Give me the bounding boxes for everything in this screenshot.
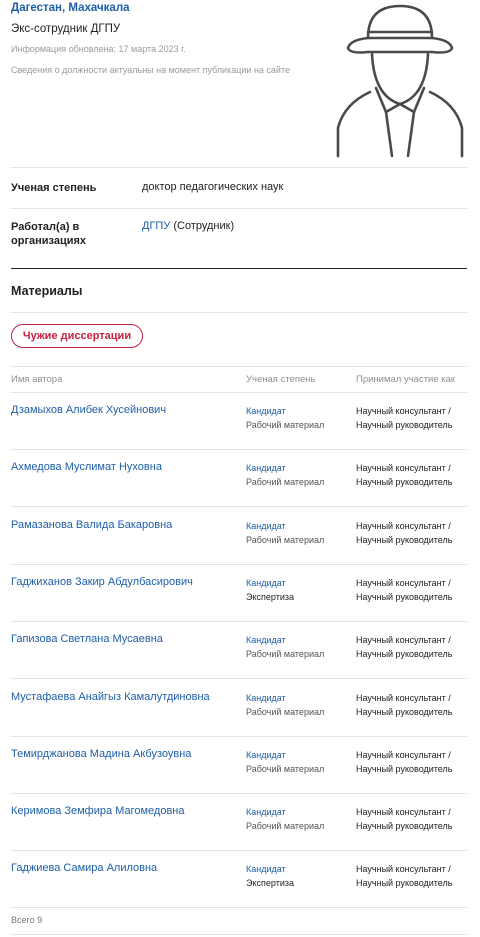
degree-link[interactable]: Кандидат bbox=[246, 461, 324, 475]
table-row: Гапизова Светлана Мусаевна Кандидат Рабочи… bbox=[0, 633, 480, 690]
author-link[interactable]: Мустафаева Анайгыз Камалутдиновна bbox=[11, 691, 210, 703]
participation-cell: Научный консультант / Научный руководите… bbox=[356, 693, 453, 717]
column-header-participation: Принимал участие как bbox=[356, 374, 456, 385]
row-divider bbox=[11, 506, 467, 507]
row-divider bbox=[11, 678, 467, 679]
author-link[interactable]: Рамазанова Валида Бакаровна bbox=[11, 519, 172, 531]
material-type: Рабочий материал bbox=[246, 821, 325, 831]
participation-cell: Научный консультант / Научный руководите… bbox=[356, 807, 453, 831]
author-link[interactable]: Дзамыхов Алибек Хусейнович bbox=[11, 404, 166, 416]
table-row: Мустафаева Анайгыз Камалутдиновна Кандида… bbox=[0, 691, 480, 748]
section-divider bbox=[11, 268, 467, 269]
updated-date: Информация обновлена: 17 марта 2023 г. bbox=[11, 44, 186, 54]
participation-cell: Научный консультант / Научный руководите… bbox=[356, 463, 453, 487]
degree-cell: Кандидат Рабочий материал bbox=[246, 633, 324, 661]
author-link[interactable]: Гаджиханов Закир Абдулбасирович bbox=[11, 576, 193, 588]
degree-link[interactable]: Кандидат bbox=[246, 805, 324, 819]
divider bbox=[11, 392, 467, 393]
total-count: Всего 9 bbox=[11, 915, 43, 925]
divider bbox=[11, 934, 467, 935]
location-label: Дагестан, Махачкала bbox=[11, 2, 130, 14]
participation-cell: Научный консультант / Научный руководите… bbox=[356, 521, 453, 545]
row-divider bbox=[11, 449, 467, 450]
degree-link[interactable]: Кандидат bbox=[246, 576, 294, 590]
degree-cell: Кандидат Рабочий материал bbox=[246, 519, 324, 547]
degree-cell: Кандидат Экспертиза bbox=[246, 576, 294, 604]
degree-link[interactable]: Кандидат bbox=[246, 748, 324, 762]
divider bbox=[11, 208, 467, 209]
author-link[interactable]: Гаджиева Самира Алиловна bbox=[11, 862, 157, 874]
degree-cell: Кандидат Экспертиза bbox=[246, 862, 294, 890]
table-row: Гаджиева Самира Алиловна Кандидат Эксперти… bbox=[0, 862, 480, 919]
row-divider bbox=[11, 736, 467, 737]
divider bbox=[11, 907, 467, 908]
table-row: Гаджиханов Закир Абдулбасирович Кандидат Э… bbox=[0, 576, 480, 633]
row-divider bbox=[11, 793, 467, 794]
column-header-author: Имя автора bbox=[11, 374, 63, 385]
degree-cell: Кандидат Рабочий материал bbox=[246, 805, 324, 833]
degree-cell: Кандидат Рабочий материал bbox=[246, 404, 324, 432]
materials-title: Материалы bbox=[11, 284, 83, 298]
degree-link[interactable]: Кандидат bbox=[246, 862, 294, 876]
degree-cell: Кандидат Рабочий материал bbox=[246, 691, 324, 719]
degree-label: Ученая степень bbox=[11, 182, 97, 194]
participation-cell: Научный консультант / Научный руководите… bbox=[356, 635, 453, 659]
row-divider bbox=[11, 850, 467, 851]
foreign-dissertations-button[interactable]: Чужие диссертации bbox=[11, 324, 143, 348]
material-type: Экспертиза bbox=[246, 592, 294, 602]
participation-cell: Научный консультант / Научный руководите… bbox=[356, 750, 453, 774]
material-type: Экспертиза bbox=[246, 878, 294, 888]
organizations-label: Работал(а) в организациях bbox=[11, 221, 87, 247]
degree-link[interactable]: Кандидат bbox=[246, 404, 324, 418]
degree-cell: Кандидат Рабочий материал bbox=[246, 461, 324, 489]
table-row: Ахмедова Муслимат Нуховна Кандидат Рабочий… bbox=[0, 461, 480, 518]
row-divider bbox=[11, 621, 467, 622]
material-type: Рабочий материал bbox=[246, 477, 325, 487]
material-type: Рабочий материал bbox=[246, 764, 325, 774]
table-row: Керимова Земфира Магомедовна Кандидат Рабо… bbox=[0, 805, 480, 862]
participation-cell: Научный консультант / Научный руководите… bbox=[356, 864, 453, 888]
divider bbox=[11, 366, 467, 367]
material-type: Рабочий материал bbox=[246, 420, 325, 430]
author-link[interactable]: Темирджанова Мадина Акбузоувна bbox=[11, 748, 191, 760]
organization-link[interactable]: ДГПУ bbox=[142, 220, 170, 232]
degree-link[interactable]: Кандидат bbox=[246, 633, 324, 647]
table-row: Рамазанова Валида Бакаровна Кандидат Рабоч… bbox=[0, 519, 480, 576]
author-link[interactable]: Керимова Земфира Магомедовна bbox=[11, 805, 184, 817]
organization-role: (Сотрудник) bbox=[170, 220, 235, 232]
row-divider bbox=[11, 564, 467, 565]
divider bbox=[11, 312, 467, 313]
material-type: Рабочий материал bbox=[246, 707, 325, 717]
material-type: Рабочий материал bbox=[246, 649, 325, 659]
degree-value: доктор педагогических наук bbox=[142, 181, 284, 193]
role-label: Экс-сотрудник ДГПУ bbox=[11, 23, 121, 35]
participation-cell: Научный консультант / Научный руководите… bbox=[356, 406, 453, 430]
incognito-avatar-icon bbox=[336, 4, 464, 158]
column-header-degree: Ученая степень bbox=[246, 374, 316, 385]
position-note: Сведения о должности актуальны на момент… bbox=[11, 65, 290, 75]
organizations-value: ДГПУ (Сотрудник) bbox=[142, 220, 234, 232]
degree-link[interactable]: Кандидат bbox=[246, 519, 324, 533]
material-type: Рабочий материал bbox=[246, 535, 325, 545]
divider bbox=[11, 167, 467, 168]
degree-link[interactable]: Кандидат bbox=[246, 691, 324, 705]
participation-cell: Научный консультант / Научный руководите… bbox=[356, 578, 453, 602]
degree-cell: Кандидат Рабочий материал bbox=[246, 748, 324, 776]
table-row: Дзамыхов Алибек Хусейнович Кандидат Рабочи… bbox=[0, 404, 480, 461]
table-row: Темирджанова Мадина Акбузоувна Кандидат Ра… bbox=[0, 748, 480, 805]
author-link[interactable]: Ахмедова Муслимат Нуховна bbox=[11, 461, 162, 473]
author-link[interactable]: Гапизова Светлана Мусаевна bbox=[11, 633, 163, 645]
